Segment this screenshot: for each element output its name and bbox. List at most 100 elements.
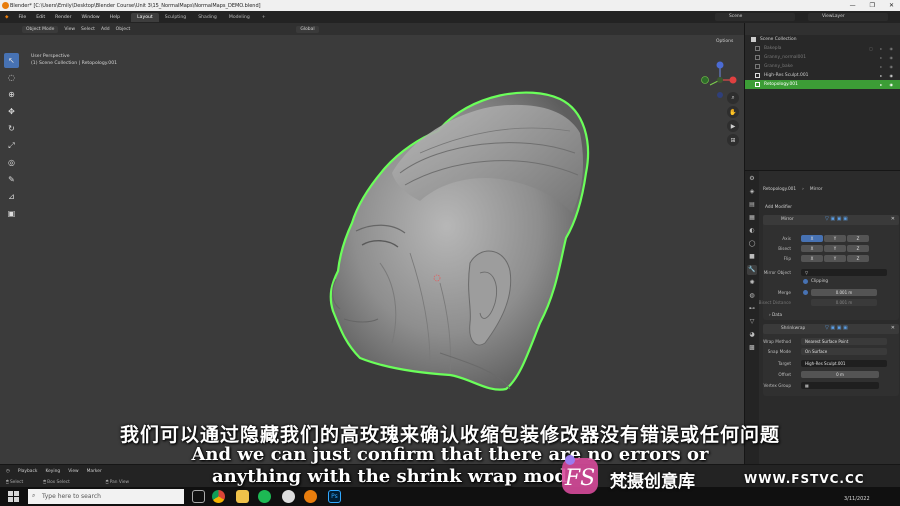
viewport-menu-select[interactable]: Select	[81, 27, 95, 32]
mirror-modifier-name[interactable]: Mirror	[781, 217, 794, 222]
target-object-field[interactable]: High-Res Sculpt.001	[801, 360, 887, 367]
editor-type-icon[interactable]: ◷	[6, 469, 10, 474]
chrome-icon[interactable]	[212, 490, 225, 503]
outliner-item-retopology[interactable]: Retopology.001 ▸ ◉	[745, 80, 900, 89]
3d-viewport[interactable]: Object Mode View Select Add Object Globa…	[0, 23, 744, 464]
outliner-item-granny-bake[interactable]: Granny_bake ▸ ◉	[745, 62, 900, 71]
flip-x-toggle[interactable]: X	[801, 255, 823, 262]
particles-tab-icon[interactable]: ✺	[747, 278, 757, 288]
minimize-button[interactable]: —	[850, 2, 856, 9]
menu-window[interactable]: Window	[77, 15, 105, 20]
options-dropdown[interactable]: Options	[716, 39, 733, 44]
visibility-icons[interactable]: ▸ ◉	[880, 73, 896, 78]
viewport-menu-object[interactable]: Object	[116, 27, 131, 32]
add-cube-icon[interactable]: ▣	[4, 206, 19, 221]
cursor-icon[interactable]: ⊕	[4, 87, 19, 102]
viewport-menu-add[interactable]: Add	[101, 27, 110, 32]
timeline-menu-view[interactable]: View	[68, 469, 78, 474]
flip-z-toggle[interactable]: Z	[847, 255, 869, 262]
render-tab-icon[interactable]: ◈	[747, 187, 757, 197]
bisect-x-toggle[interactable]: X	[801, 245, 823, 252]
mirror-object-field[interactable]: ▽	[801, 269, 887, 276]
measure-icon[interactable]: ⊿	[4, 189, 19, 204]
maximize-button[interactable]: ❐	[870, 2, 875, 9]
remove-modifier-icon[interactable]: ✕	[891, 216, 895, 222]
modifier-visibility-icons[interactable]: ▽ ▣ ▣ ▣	[825, 216, 848, 222]
windows-start-icon[interactable]	[8, 491, 19, 502]
view-layer-selector[interactable]: ViewLayer	[808, 13, 888, 21]
menu-render[interactable]: Render	[50, 15, 76, 20]
view-layer-tab-icon[interactable]: ▦	[747, 213, 757, 223]
tab-modeling[interactable]: Modeling	[223, 13, 256, 22]
select-cursor-icon[interactable]: ↖	[4, 53, 19, 68]
rotate-icon[interactable]: ↻	[4, 121, 19, 136]
bisect-distance-field[interactable]: 0.001 m	[811, 299, 877, 306]
tool-tab-icon[interactable]: ⚙	[747, 174, 757, 184]
circle-select-icon[interactable]: ◌	[4, 70, 19, 85]
tab-shading[interactable]: Shading	[192, 13, 223, 22]
scene-selector[interactable]: Scene	[715, 13, 795, 21]
close-button[interactable]: ✕	[889, 2, 894, 9]
transform-icon[interactable]: ◎	[4, 155, 19, 170]
wrap-method-dropdown[interactable]: Nearest Surface Point	[801, 338, 887, 345]
scale-icon[interactable]: ⤢	[4, 138, 19, 153]
axis-y-toggle[interactable]: Y	[824, 235, 846, 242]
menu-file[interactable]: File	[14, 15, 32, 20]
mirror-modifier-header[interactable]: Mirror ▽ ▣ ▣ ▣ ✕	[763, 215, 899, 225]
offset-field[interactable]: 0 m	[801, 371, 879, 378]
taskbar-search-input[interactable]: Type here to search	[28, 489, 184, 504]
visibility-icons[interactable]: ▢ ▸ ◉	[869, 46, 896, 51]
visibility-icons[interactable]: ▸ ◉	[880, 64, 896, 69]
sculpt-head-mesh[interactable]	[0, 23, 744, 464]
data-subpanel[interactable]: › Data	[769, 312, 782, 317]
blender-menu-icon[interactable]: ◆	[0, 15, 14, 20]
bisect-z-toggle[interactable]: Z	[847, 245, 869, 252]
bisect-y-toggle[interactable]: Y	[824, 245, 846, 252]
outliner-item-bakeplane[interactable]: Bakepla ▢ ▸ ◉	[745, 44, 900, 53]
ortho-grid-icon[interactable]: ⊞	[727, 134, 739, 146]
spotify-icon[interactable]	[258, 490, 271, 503]
add-workspace-button[interactable]: +	[256, 13, 272, 22]
timeline-menu-keying[interactable]: Keying	[45, 469, 60, 474]
shrinkwrap-modifier-header[interactable]: Shrinkwrap ▽ ▣ ▣ ▣ ✕	[763, 324, 899, 334]
merge-checkbox[interactable]	[803, 290, 808, 295]
snap-mode-dropdown[interactable]: On Surface	[801, 348, 887, 355]
zoom-icon[interactable]: ⌕	[727, 92, 739, 104]
viewport-menu-view[interactable]: View	[64, 27, 75, 32]
visibility-icons[interactable]: ▸ ◉	[880, 82, 896, 87]
blender-taskbar-icon[interactable]	[304, 490, 317, 503]
task-view-icon[interactable]	[192, 490, 205, 503]
tab-layout[interactable]: Layout	[131, 12, 159, 22]
scene-tab-icon[interactable]: ◐	[747, 226, 757, 236]
object-mode-dropdown[interactable]: Object Mode	[22, 25, 59, 33]
axis-z-toggle[interactable]: Z	[847, 235, 869, 242]
annotate-icon[interactable]: ✎	[4, 172, 19, 187]
menu-edit[interactable]: Edit	[31, 15, 50, 20]
merge-distance-field[interactable]: 0.001 m	[811, 289, 877, 296]
shrinkwrap-modifier-name[interactable]: Shrinkwrap	[781, 326, 805, 331]
move-icon[interactable]: ✥	[4, 104, 19, 119]
timeline-menu-marker[interactable]: Marker	[87, 469, 102, 474]
tab-sculpting[interactable]: Sculpting	[159, 13, 192, 22]
camera-view-icon[interactable]: ▶	[727, 120, 739, 132]
file-explorer-icon[interactable]	[236, 490, 249, 503]
data-tab-icon[interactable]: ▽	[747, 317, 757, 327]
photoshop-icon[interactable]: Ps	[328, 490, 341, 503]
outliner-item-granny-normal[interactable]: Granny_normal001 ▸ ◉	[745, 53, 900, 62]
outliner-item-high-res-sculpt[interactable]: High-Res Sculpt.001 ▸ ◉	[745, 71, 900, 80]
timeline-menu-playback[interactable]: Playback	[18, 469, 38, 474]
remove-modifier-icon[interactable]: ✕	[891, 325, 895, 331]
output-tab-icon[interactable]: ▤	[747, 200, 757, 210]
transform-orientation-dropdown[interactable]: Global	[296, 25, 319, 33]
axis-x-toggle[interactable]: X	[801, 235, 823, 242]
modifier-visibility-icons[interactable]: ▽ ▣ ▣ ▣	[825, 325, 848, 331]
constraints-tab-icon[interactable]: ⊷	[747, 304, 757, 314]
taskbar-clock[interactable]: 3/11/2022	[844, 490, 870, 502]
menu-help[interactable]: Help	[105, 15, 125, 20]
clipping-checkbox[interactable]	[803, 279, 808, 284]
flip-y-toggle[interactable]: Y	[824, 255, 846, 262]
pan-hand-icon[interactable]: ✋	[727, 106, 739, 118]
visibility-icons[interactable]: ▸ ◉	[880, 55, 896, 60]
scene-collection-row[interactable]: Scene Collection	[745, 35, 900, 44]
vertex-group-field[interactable]: ▦	[801, 382, 879, 389]
